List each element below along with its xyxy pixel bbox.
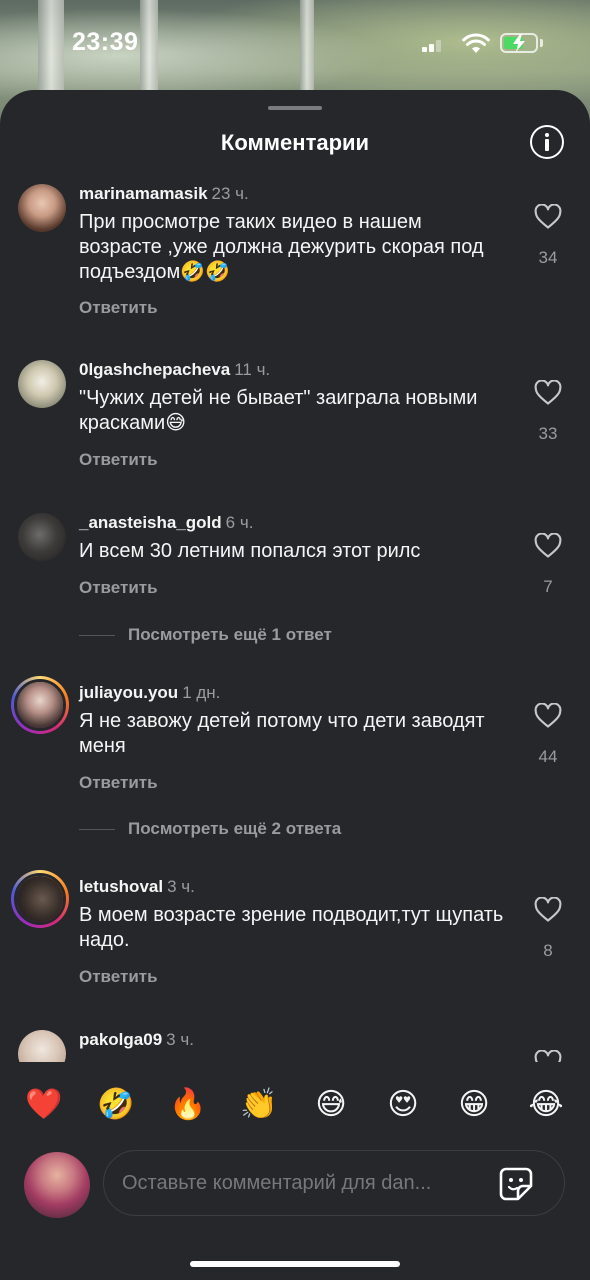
comment-item: 0lgashchepacheva 11 ч. "Чужих детей не бы… <box>0 360 590 500</box>
charging-bolt-icon <box>513 34 525 52</box>
comment-username[interactable]: marinamamasik <box>79 184 208 203</box>
avatar-story-ring[interactable] <box>11 870 69 928</box>
wifi-icon <box>462 33 490 53</box>
sticker-icon[interactable] <box>498 1166 534 1202</box>
view-more-replies-button[interactable]: Посмотреть ещё 1 ответ <box>79 623 559 647</box>
comment-username[interactable]: 0lgashchepacheva <box>79 360 230 379</box>
comment-item: marinamamasik 23 ч. При просмотре таких в… <box>0 184 590 344</box>
reply-button[interactable]: Ответить <box>79 450 158 470</box>
quick-emoji-bar: ❤️ 🤣 🔥 👏 😅 😍 😁 😂 <box>0 1085 590 1135</box>
like-count: 8 <box>543 941 553 960</box>
comments-list[interactable]: marinamamasik 23 ч. При просмотре таких в… <box>0 180 590 1062</box>
reply-button[interactable]: Ответить <box>79 298 158 318</box>
comment-age: 23 ч. <box>211 184 249 203</box>
status-time: 23:39 <box>72 28 139 56</box>
view-more-replies-label: Посмотреть ещё 1 ответ <box>128 625 332 644</box>
heart-outline-icon[interactable] <box>534 897 562 923</box>
comment-meta: pakolga09 3 ч. <box>79 1030 194 1050</box>
cellular-signal-icon <box>422 40 441 52</box>
view-more-replies-label: Посмотреть ещё 2 ответа <box>128 819 342 838</box>
comments-sheet: Комментарии marinamamasik 23 ч. При просм… <box>0 90 590 1280</box>
avatar[interactable] <box>18 1030 66 1062</box>
emoji-tears-of-joy[interactable]: 😂 <box>526 1085 566 1125</box>
current-user-avatar <box>24 1152 90 1218</box>
reply-thread-line <box>79 635 115 636</box>
emoji-red-heart[interactable]: ❤️ <box>24 1085 64 1125</box>
status-bar: 23:39 <box>0 0 590 90</box>
comment-item: _anasteisha_gold 6 ч. И всем 30 летним по… <box>0 513 590 673</box>
sheet-grabber[interactable] <box>268 106 322 110</box>
heart-outline-icon[interactable] <box>534 533 562 559</box>
emoji-rolling-laughing[interactable]: 🤣 <box>96 1085 136 1125</box>
comment-age: 3 ч. <box>167 877 195 896</box>
avatar-story-ring[interactable] <box>11 676 69 734</box>
heart-outline-icon[interactable] <box>534 1050 562 1062</box>
comment-text: И всем 30 летним попался этот рилс <box>79 540 421 562</box>
comment-username[interactable]: pakolga09 <box>79 1030 162 1049</box>
comment-item: letushoval 3 ч. В моем возрасте зрение по… <box>0 870 590 1017</box>
heart-outline-icon[interactable] <box>534 703 562 729</box>
comment-meta: marinamamasik 23 ч. <box>79 184 249 204</box>
comment-age: 3 ч. <box>166 1030 194 1049</box>
emoji-clapping-hands[interactable]: 👏 <box>239 1085 279 1125</box>
comment-age: 11 ч. <box>234 360 271 379</box>
like-count: 33 <box>538 424 558 443</box>
heart-outline-icon[interactable] <box>534 380 562 406</box>
like-count: 44 <box>538 747 558 766</box>
emoji-sweat-smile[interactable]: 😅 <box>311 1085 351 1125</box>
like-count: 7 <box>543 577 553 596</box>
emoji-fire[interactable]: 🔥 <box>168 1085 208 1125</box>
home-indicator <box>190 1261 400 1267</box>
reply-button[interactable]: Ответить <box>79 773 158 793</box>
comment-text: При просмотре таких видео в нашем возрас… <box>79 211 484 283</box>
like-count: 34 <box>538 248 558 267</box>
comment-username[interactable]: _anasteisha_gold <box>79 513 222 532</box>
avatar[interactable] <box>18 184 66 232</box>
emoji-heart-eyes[interactable]: 😍 <box>383 1085 423 1125</box>
comment-text: В моем возрасте зрение подводит,тут щупа… <box>79 904 504 951</box>
comment-input-placeholder[interactable]: Оставьте комментарий для dan... <box>122 1172 467 1195</box>
comment-age: 6 ч. <box>225 513 254 532</box>
comment-text: Я не завожу детей потому что дети заводя… <box>79 710 485 757</box>
comment-username[interactable]: letushoval <box>79 877 163 896</box>
comment-username[interactable]: juliayou.you <box>79 683 178 702</box>
info-icon[interactable] <box>530 125 564 159</box>
reply-button[interactable]: Ответить <box>79 578 158 598</box>
comment-item: pakolga09 3 ч. <box>0 1030 590 1062</box>
comment-item: juliayou.you 1 дн. Я не завожу детей пото… <box>0 676 590 843</box>
avatar[interactable] <box>18 513 66 561</box>
sheet-title: Комментарии <box>220 130 370 155</box>
reply-button[interactable]: Ответить <box>79 967 158 987</box>
emoji-grinning[interactable]: 😁 <box>454 1085 494 1125</box>
heart-outline-icon[interactable] <box>534 204 562 230</box>
comment-composer: Оставьте комментарий для dan... <box>0 1150 590 1220</box>
comment-text: "Чужих детей не бывает" заиграла новыми … <box>79 387 478 434</box>
comment-meta: _anasteisha_gold 6 ч. <box>79 513 253 533</box>
battery-cap <box>540 39 543 47</box>
reply-thread-line <box>79 829 115 830</box>
comment-meta: 0lgashchepacheva 11 ч. <box>79 360 270 380</box>
view-more-replies-button[interactable]: Посмотреть ещё 2 ответа <box>79 817 559 841</box>
comment-meta: juliayou.you 1 дн. <box>79 683 220 703</box>
comment-meta: letushoval 3 ч. <box>79 877 195 897</box>
avatar[interactable] <box>18 360 66 408</box>
comment-age: 1 дн. <box>182 683 221 702</box>
